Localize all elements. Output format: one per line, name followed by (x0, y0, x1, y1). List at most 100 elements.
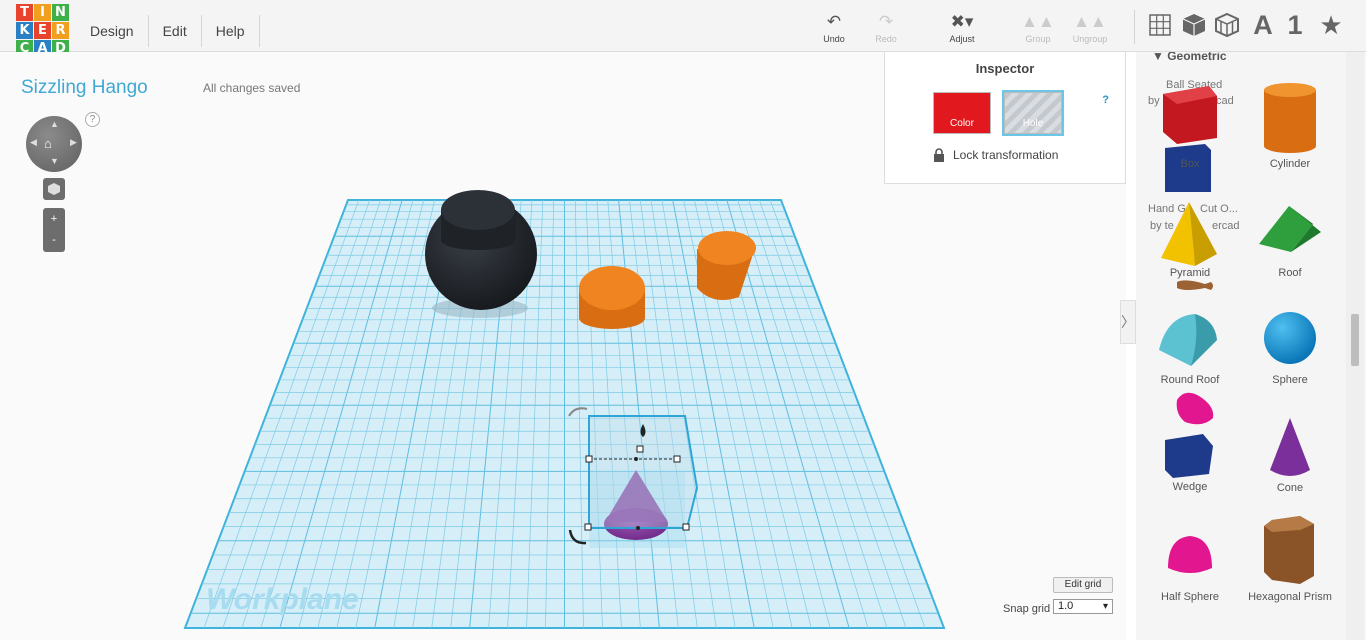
redo-icon: ↷ (878, 12, 894, 31)
resize-handle[interactable] (682, 523, 690, 531)
adjust-label: Adjust (949, 34, 975, 44)
shape-label: Half Sphere (1160, 591, 1220, 603)
orange-cylinder-base (579, 307, 645, 329)
panel-section-title: Geometric (1167, 52, 1227, 63)
shape-wedge[interactable]: Wedge (1140, 388, 1240, 498)
shape-pyramid[interactable]: Pyramid (1140, 202, 1240, 312)
redo-label: Redo (875, 34, 897, 44)
orange-cylinder-top[interactable] (579, 266, 645, 310)
main-menu: Design Edit Help (90, 15, 260, 47)
edit-grid-button[interactable]: Edit grid (1053, 577, 1113, 593)
shape-roof[interactable]: Roof (1240, 202, 1340, 312)
shapes-view-icon[interactable] (1212, 10, 1242, 40)
black-cylinder-base (441, 230, 515, 250)
menu-design[interactable]: Design (90, 15, 148, 47)
shape-cylinder[interactable]: Cylinder (1240, 82, 1340, 202)
undo-button[interactable]: ↶ Undo (809, 12, 859, 44)
ungroup-label: Ungroup (1072, 34, 1108, 44)
star-icon[interactable]: ★ (1316, 10, 1346, 40)
home-view-icon[interactable]: ⌂ (44, 136, 52, 151)
shape-label: Sphere (1272, 374, 1308, 386)
number-tool-1[interactable]: 1 (1280, 10, 1310, 40)
shape-label: Roof (1278, 267, 1302, 279)
redo-button[interactable]: ↷ Redo (861, 12, 911, 44)
shapes-panel: ▼ Geometric Ball Seated by cad Hand G Cu… (1136, 52, 1366, 640)
adjust-button[interactable]: ✖▾ Adjust (937, 12, 987, 44)
pan-up-icon[interactable]: ▲ (50, 119, 59, 129)
panel-toggle-button[interactable]: 〉 (1120, 300, 1136, 344)
logo-letter: E (34, 22, 51, 39)
shape-label: Hexagonal Prism (1248, 591, 1332, 603)
roof-shape-icon (1259, 206, 1321, 252)
pan-down-icon[interactable]: ▼ (50, 156, 59, 166)
shape-half-sphere[interactable]: Half Sphere (1140, 530, 1240, 620)
box-shape-icon (1163, 86, 1217, 196)
snap-grid-select[interactable]: 1.0 (1053, 599, 1113, 614)
group-button[interactable]: ▲▲ Group (1013, 12, 1063, 44)
sphere-shape-icon (1264, 312, 1316, 364)
snap-grid-label: Snap grid (1003, 603, 1051, 615)
undo-label: Undo (823, 34, 845, 44)
shape-hexagonal-prism[interactable]: Hexagonal Prism (1240, 514, 1340, 624)
hexagonal-prism-shape-icon (1264, 516, 1314, 584)
shape-label: Wedge (1172, 481, 1208, 493)
panel-section-header[interactable]: ▼ Geometric (1152, 52, 1227, 63)
resize-handle[interactable] (585, 455, 593, 463)
shapes-panel-scrollbar[interactable] (1346, 52, 1364, 640)
zoom-out-button[interactable]: - (43, 230, 65, 252)
color-swatch-button[interactable]: Color (933, 92, 991, 134)
hole-label: Hole (1022, 118, 1044, 129)
nav-help-button[interactable]: ? (85, 112, 100, 127)
logo-letter: R (52, 22, 69, 39)
menu-help[interactable]: Help (200, 15, 260, 47)
ortho-view-button[interactable] (43, 178, 65, 200)
shape-label: Pyramid (1169, 267, 1211, 279)
shape-label: Cylinder (1269, 158, 1311, 170)
lock-transformation-toggle[interactable]: Lock transformation (933, 148, 1058, 162)
zoom-control: + - (43, 208, 65, 252)
hole-swatch-button[interactable]: Hole (1004, 92, 1062, 134)
cone-shape-icon (1270, 418, 1310, 476)
group-icon: ▲▲ (1021, 12, 1055, 31)
zoom-in-button[interactable]: + (43, 208, 65, 230)
orange-tall-cylinder-top[interactable] (698, 231, 756, 265)
shape-label: Round Roof (1160, 374, 1220, 386)
pan-right-icon[interactable]: ▶ (70, 137, 77, 148)
shape-label: Cone (1276, 482, 1304, 494)
lock-icon (934, 148, 944, 162)
color-label: Color (950, 118, 974, 129)
toolbar-divider (1134, 10, 1135, 44)
undo-icon: ↶ (826, 12, 842, 31)
snap-grid-value: 1.0 (1058, 600, 1074, 612)
resize-handle[interactable] (584, 523, 592, 531)
top-toolbar: T I N K E R C A D Design Edit Help ↶ Und… (0, 0, 1366, 57)
shape-box[interactable]: Box (1140, 82, 1240, 202)
wedge-shape-icon (1165, 392, 1214, 478)
menu-edit[interactable]: Edit (147, 15, 201, 47)
adjust-icon: ✖▾ (950, 12, 974, 31)
box-view-icon[interactable] (1179, 10, 1209, 40)
text-tool-a[interactable]: A (1248, 10, 1278, 40)
inspector-title: Inspector (975, 61, 1035, 76)
cylinder-shape-icon (1264, 83, 1316, 153)
black-cylinder-top[interactable] (441, 190, 515, 230)
lock-label: Lock transformation (953, 148, 1059, 162)
selected-cone-group[interactable] (568, 407, 699, 548)
shape-cone[interactable]: Cone (1240, 416, 1340, 506)
scrollbar-thumb[interactable] (1351, 314, 1359, 366)
shape-label: Box (1180, 158, 1200, 170)
height-handle[interactable] (636, 445, 644, 453)
half-sphere-shape-icon (1168, 536, 1212, 573)
logo-letter: T (16, 4, 33, 21)
shape-sphere[interactable]: Sphere (1240, 310, 1340, 420)
logo-letter: N (52, 4, 69, 21)
ungroup-button[interactable]: ▲▲ Ungroup (1065, 12, 1115, 44)
inspector-help-link[interactable]: ? (1102, 94, 1109, 106)
ungroup-icon: ▲▲ (1073, 12, 1107, 31)
inspector-panel: Inspector Color Hole ? Lock transformati… (884, 52, 1126, 184)
grid-view-icon[interactable] (1145, 10, 1175, 40)
tinkercad-logo[interactable]: T I N K E R C A D (16, 4, 72, 58)
resize-handle[interactable] (673, 455, 681, 463)
pan-left-icon[interactable]: ◀ (30, 137, 37, 148)
cube-icon (48, 183, 60, 195)
